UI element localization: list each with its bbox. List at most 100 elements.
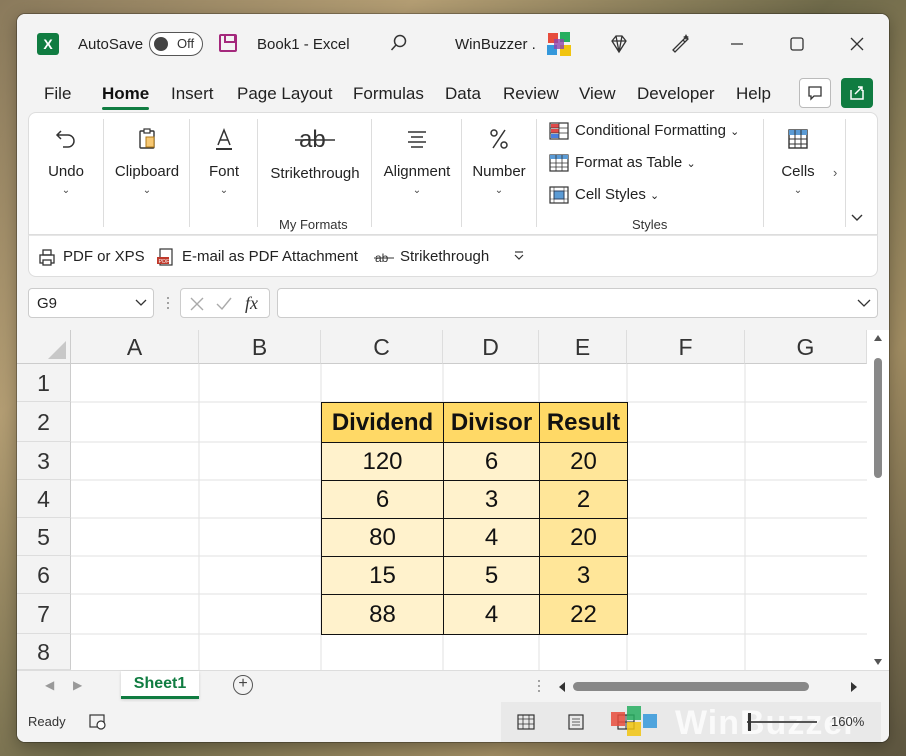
scroll-up-icon[interactable] xyxy=(873,334,883,342)
clipboard-button[interactable]: Clipboard ⌄ xyxy=(105,113,189,236)
sheet-tab-sheet1[interactable]: Sheet1 xyxy=(121,671,199,699)
zoom-level[interactable]: 160% xyxy=(831,714,864,729)
row-header-8[interactable]: 8 xyxy=(17,634,71,670)
customize-qat-icon[interactable] xyxy=(513,250,525,262)
font-button[interactable]: Font ⌄ xyxy=(191,113,257,236)
save-icon[interactable] xyxy=(219,34,237,52)
accessibility-icon[interactable] xyxy=(89,713,107,731)
cells-button[interactable]: Cells ⌄ xyxy=(765,113,831,236)
column-header-f[interactable]: F xyxy=(627,330,745,364)
zoom-slider[interactable] xyxy=(747,721,817,723)
search-icon[interactable] xyxy=(390,34,408,52)
tab-developer[interactable]: Developer xyxy=(637,84,715,104)
cell-styles-button[interactable]: Cell Styles ⌄ xyxy=(549,186,659,204)
designer-pen-icon[interactable] xyxy=(669,32,691,54)
comments-button[interactable] xyxy=(799,78,831,108)
pdf-xps-button[interactable]: PDF or XPS xyxy=(37,248,145,266)
diamond-icon[interactable] xyxy=(609,34,629,54)
zoom-slider-thumb[interactable] xyxy=(748,713,751,731)
row-header-2[interactable]: 2 xyxy=(17,402,71,442)
normal-view-icon[interactable] xyxy=(517,714,535,730)
chevron-down-icon[interactable] xyxy=(135,298,147,308)
autosave-toggle[interactable]: Off xyxy=(149,32,203,56)
format-as-table-button[interactable]: Format as Table ⌄ xyxy=(549,154,696,172)
horizontal-scroll-thumb[interactable] xyxy=(573,682,809,691)
cell-d5[interactable]: 4 xyxy=(443,518,540,557)
svg-text:PDF: PDF xyxy=(159,259,171,265)
row-header-7[interactable]: 7 xyxy=(17,594,71,634)
cell-c5[interactable]: 80 xyxy=(321,518,444,557)
name-box[interactable]: G9 xyxy=(28,288,154,318)
column-header-c[interactable]: C xyxy=(321,330,443,364)
column-header-d[interactable]: D xyxy=(443,330,539,364)
splitter-handle-icon[interactable] xyxy=(536,679,542,693)
tab-page-layout[interactable]: Page Layout xyxy=(237,84,332,104)
ribbon-scroll-right-icon[interactable]: › xyxy=(833,165,837,180)
row-header-3[interactable]: 3 xyxy=(17,442,71,480)
scroll-down-icon[interactable] xyxy=(873,658,883,666)
divider xyxy=(536,119,537,227)
scroll-left-icon[interactable] xyxy=(557,681,567,693)
next-sheet-icon[interactable]: ▶ xyxy=(73,678,82,692)
cell-d2[interactable]: Divisor xyxy=(443,402,540,443)
cell-c7[interactable]: 88 xyxy=(321,594,444,635)
cell-e6[interactable]: 3 xyxy=(539,556,628,595)
cell-c3[interactable]: 120 xyxy=(321,442,444,481)
cell-e3[interactable]: 20 xyxy=(539,442,628,481)
alignment-button[interactable]: Alignment ⌄ xyxy=(373,113,461,236)
page-layout-view-icon[interactable] xyxy=(567,714,585,730)
column-header-b[interactable]: B xyxy=(199,330,321,364)
cell-d3[interactable]: 6 xyxy=(443,442,540,481)
tab-formulas[interactable]: Formulas xyxy=(353,84,424,104)
formula-input[interactable] xyxy=(277,288,878,318)
row-header-1[interactable]: 1 xyxy=(17,364,71,402)
cell-e5[interactable]: 20 xyxy=(539,518,628,557)
collapse-ribbon-icon[interactable] xyxy=(849,209,865,225)
share-button[interactable] xyxy=(841,78,873,108)
column-header-e[interactable]: E xyxy=(539,330,627,364)
cell-e2[interactable]: Result xyxy=(539,402,628,443)
maximize-button[interactable] xyxy=(785,32,809,56)
qat-strikethrough-button[interactable]: ab Strikethrough xyxy=(374,248,489,266)
tab-insert[interactable]: Insert xyxy=(171,84,214,104)
minimize-button[interactable] xyxy=(725,32,749,56)
tab-review[interactable]: Review xyxy=(503,84,559,104)
drag-handle-icon[interactable] xyxy=(165,296,171,310)
scroll-right-icon[interactable] xyxy=(849,681,859,693)
cell-e7[interactable]: 22 xyxy=(539,594,628,635)
row-header-6[interactable]: 6 xyxy=(17,556,71,594)
tab-view[interactable]: View xyxy=(579,84,616,104)
conditional-formatting-button[interactable]: Conditional Formatting ⌄ xyxy=(549,122,739,140)
column-header-a[interactable]: A xyxy=(71,330,199,364)
cell-d4[interactable]: 3 xyxy=(443,480,540,519)
select-all-button[interactable] xyxy=(17,330,71,364)
tab-data[interactable]: Data xyxy=(445,84,481,104)
number-button[interactable]: Number ⌄ xyxy=(463,113,535,236)
cell-e4[interactable]: 2 xyxy=(539,480,628,519)
close-button[interactable] xyxy=(845,32,869,56)
excel-logo-icon: X xyxy=(37,33,59,55)
vertical-scroll-thumb[interactable] xyxy=(874,358,882,478)
insert-function-icon[interactable]: fx xyxy=(245,293,258,314)
tab-help[interactable]: Help xyxy=(736,84,771,104)
worksheet-grid[interactable]: A B C D E F G 1 2 3 4 5 6 7 8 Dividend D… xyxy=(17,330,889,670)
prev-sheet-icon[interactable]: ◀ xyxy=(45,678,54,692)
vertical-scrollbar[interactable] xyxy=(867,330,889,670)
add-sheet-button[interactable]: + xyxy=(233,675,253,695)
cell-c4[interactable]: 6 xyxy=(321,480,444,519)
cell-c6[interactable]: 15 xyxy=(321,556,444,595)
tab-file[interactable]: File xyxy=(44,84,71,104)
cancel-icon[interactable] xyxy=(189,296,205,312)
undo-button[interactable]: Undo ⌄ xyxy=(29,113,103,236)
cell-d6[interactable]: 5 xyxy=(443,556,540,595)
account-name[interactable]: WinBuzzer . xyxy=(455,36,536,53)
column-header-g[interactable]: G xyxy=(745,330,867,364)
row-header-5[interactable]: 5 xyxy=(17,518,71,556)
email-pdf-button[interactable]: PDF E-mail as PDF Attachment xyxy=(156,248,358,266)
expand-formula-bar-icon[interactable] xyxy=(857,298,871,308)
row-header-4[interactable]: 4 xyxy=(17,480,71,518)
enter-check-icon[interactable] xyxy=(215,296,233,312)
cell-d7[interactable]: 4 xyxy=(443,594,540,635)
tab-home[interactable]: Home xyxy=(102,84,150,110)
cell-c2[interactable]: Dividend xyxy=(321,402,444,443)
